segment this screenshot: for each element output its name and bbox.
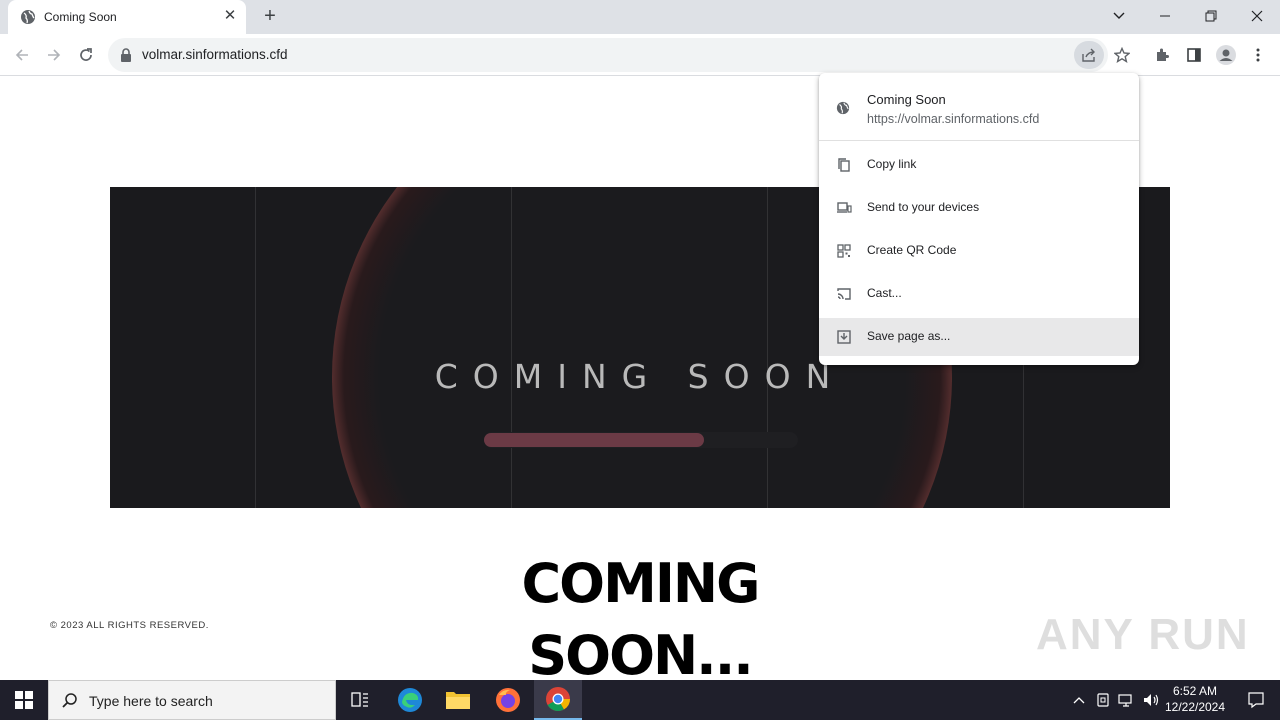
address-bar[interactable]: volmar.sinformations.cfd bbox=[108, 38, 1130, 72]
share-page-url: https://volmar.sinformations.cfd bbox=[867, 112, 1040, 126]
extensions-icon[interactable] bbox=[1150, 43, 1174, 67]
network-icon[interactable] bbox=[1118, 692, 1136, 708]
banner-divider bbox=[255, 187, 256, 508]
menu-item-save-page-as[interactable]: Save page as... bbox=[819, 318, 1139, 356]
close-window-button[interactable] bbox=[1234, 0, 1280, 34]
banner-divider bbox=[767, 187, 768, 508]
progress-bar-fill bbox=[484, 433, 704, 447]
clock-date: 12/22/2024 bbox=[1164, 700, 1226, 714]
restore-button[interactable] bbox=[1188, 0, 1234, 34]
task-view-icon[interactable] bbox=[336, 680, 384, 720]
browser-tab[interactable]: Coming Soon ✕ bbox=[8, 0, 246, 34]
copyright-text: © 2023 ALL RIGHTS RESERVED. bbox=[50, 620, 209, 631]
volume-icon[interactable] bbox=[1142, 692, 1160, 708]
tray-device-icon[interactable] bbox=[1096, 692, 1110, 708]
side-panel-icon[interactable] bbox=[1182, 43, 1206, 67]
bookmark-star-icon[interactable] bbox=[1110, 43, 1134, 67]
menu-item-label: Save page as... bbox=[867, 329, 951, 343]
forward-icon[interactable] bbox=[42, 43, 66, 67]
devices-icon bbox=[837, 202, 852, 213]
profile-avatar-icon[interactable] bbox=[1214, 43, 1238, 67]
qr-code-icon bbox=[837, 244, 851, 258]
menu-item-cast[interactable]: Cast... bbox=[819, 275, 1139, 313]
menu-item-label: Send to your devices bbox=[867, 200, 980, 214]
firefox-icon[interactable] bbox=[484, 680, 532, 720]
menu-item-create-qr-code[interactable]: Create QR Code bbox=[819, 232, 1139, 270]
chrome-icon[interactable] bbox=[534, 680, 582, 720]
watermark-logo: ANY RUN bbox=[1036, 610, 1250, 659]
browser-titlebar: Coming Soon ✕ + bbox=[0, 0, 1280, 34]
file-explorer-icon[interactable] bbox=[434, 680, 482, 720]
browser-toolbar: volmar.sinformations.cfd bbox=[0, 34, 1280, 76]
share-page-title: Coming Soon bbox=[867, 92, 946, 107]
edge-icon[interactable] bbox=[386, 680, 434, 720]
menu-kebab-icon[interactable] bbox=[1246, 43, 1270, 67]
tab-close-icon[interactable]: ✕ bbox=[222, 8, 238, 24]
share-icon[interactable] bbox=[1074, 41, 1104, 69]
clock-time: 6:52 AM bbox=[1172, 684, 1218, 698]
banner-divider bbox=[511, 187, 512, 508]
taskbar-search-box[interactable]: Type here to search bbox=[48, 680, 336, 720]
progress-bar bbox=[484, 432, 798, 448]
menu-item-label: Copy link bbox=[867, 157, 917, 171]
search-placeholder: Type here to search bbox=[89, 693, 213, 709]
windows-logo-icon bbox=[15, 691, 33, 709]
url-text[interactable]: volmar.sinformations.cfd bbox=[142, 47, 288, 62]
globe-icon bbox=[21, 10, 35, 24]
menu-item-copy-link[interactable]: Copy link bbox=[819, 146, 1139, 184]
start-button[interactable] bbox=[0, 680, 48, 720]
back-icon[interactable] bbox=[10, 43, 34, 67]
share-menu-header: Coming Soon https://volmar.sinformations… bbox=[819, 73, 1139, 141]
save-icon bbox=[837, 330, 851, 344]
chevron-up-icon[interactable] bbox=[1072, 693, 1086, 707]
windows-taskbar: Type here to search 6:52 AM 12/22/2024 bbox=[0, 680, 1280, 720]
menu-item-label: Create QR Code bbox=[867, 243, 957, 257]
copy-icon bbox=[838, 158, 850, 172]
lock-icon[interactable] bbox=[120, 48, 132, 62]
search-icon bbox=[62, 693, 77, 708]
tab-search-icon[interactable] bbox=[1096, 0, 1142, 34]
globe-icon bbox=[836, 101, 850, 115]
new-tab-button[interactable]: + bbox=[258, 5, 282, 29]
share-menu: Coming Soon https://volmar.sinformations… bbox=[819, 73, 1139, 365]
minimize-button[interactable] bbox=[1142, 0, 1188, 34]
menu-item-label: Cast... bbox=[867, 286, 902, 300]
reload-icon[interactable] bbox=[74, 43, 98, 67]
taskbar-clock[interactable]: 6:52 AM 12/22/2024 bbox=[1160, 683, 1230, 715]
tab-title: Coming Soon bbox=[44, 10, 117, 24]
cast-icon bbox=[837, 288, 851, 300]
notifications-icon[interactable] bbox=[1232, 680, 1280, 720]
menu-item-send-to-devices[interactable]: Send to your devices bbox=[819, 189, 1139, 227]
